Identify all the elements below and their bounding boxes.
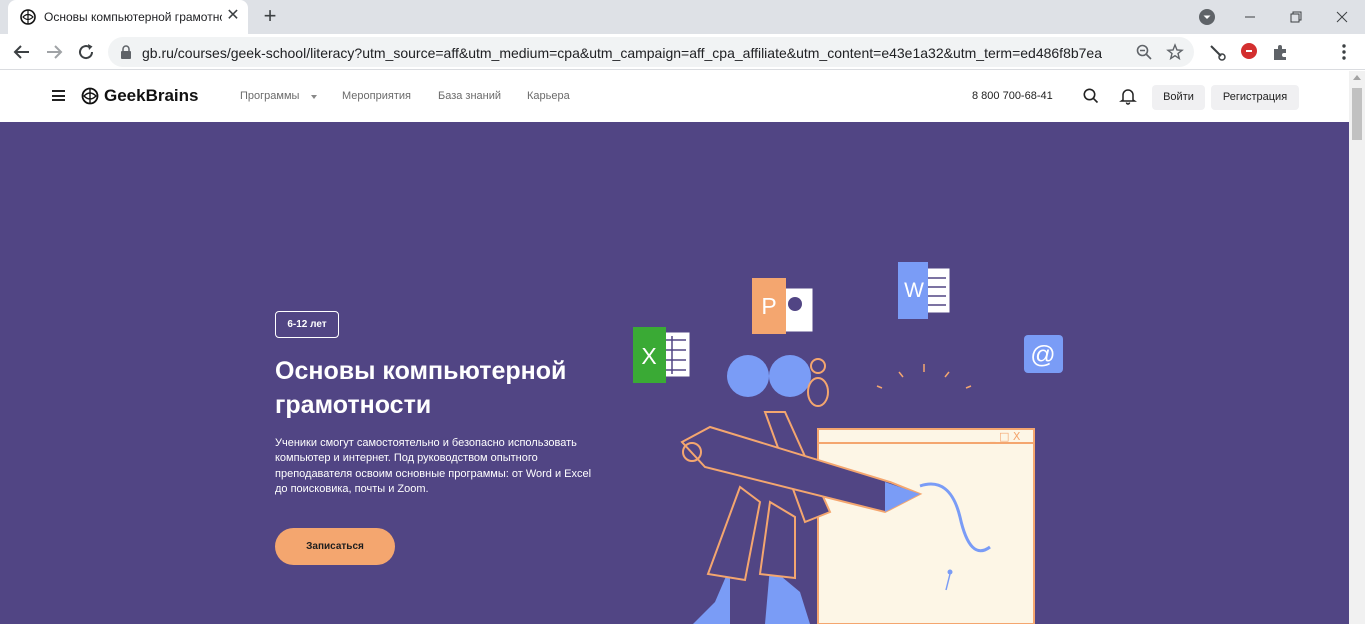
excel-icon: X [633, 327, 691, 383]
page-viewport: GeekBrains Программы Мероприятия База зн… [0, 71, 1349, 624]
lock-icon[interactable] [120, 45, 132, 59]
minimize-icon[interactable] [1239, 6, 1261, 28]
tab-title: Основы компьютерной грамотности [44, 10, 222, 24]
extension-pen-icon[interactable] [1206, 41, 1228, 63]
nav-knowledge-base[interactable]: База знаний [438, 90, 501, 102]
nav-events[interactable]: Мероприятия [342, 90, 411, 102]
excel-letter: X [641, 343, 656, 369]
hero-description: Ученики смогут самостоятельно и безопасн… [275, 437, 592, 495]
hero-illustration: _ □ X X P W @ [633, 262, 1063, 624]
age-badge: 6-12 лет [275, 311, 339, 338]
menu-kebab-icon[interactable] [1333, 41, 1355, 63]
nav-programs[interactable]: Программы [240, 90, 299, 102]
sparkle-icon [876, 364, 972, 389]
media-control-icon[interactable] [1197, 7, 1217, 27]
url-text[interactable]: gb.ru/courses/geek-school/literacy?utm_s… [142, 45, 1102, 61]
browser-tab[interactable]: Основы компьютерной грамотности ✕ [8, 0, 248, 34]
login-button[interactable]: Войти [1152, 85, 1205, 110]
chevron-down-icon[interactable] [311, 95, 317, 99]
extension-adblock-icon[interactable] [1238, 41, 1260, 63]
bookmark-star-icon[interactable] [1166, 43, 1184, 61]
new-tab-button[interactable]: + [258, 5, 282, 29]
tab-close-icon[interactable]: ✕ [224, 7, 242, 25]
powerpoint-icon: P [752, 278, 814, 334]
search-icon[interactable] [1082, 87, 1100, 105]
address-bar[interactable]: gb.ru/courses/geek-school/literacy?utm_s… [108, 37, 1194, 67]
email-at-icon: @ [1024, 335, 1063, 373]
back-arrow-icon[interactable] [10, 40, 34, 64]
scrollbar-thumb[interactable] [1352, 88, 1362, 140]
bell-icon[interactable] [1119, 87, 1137, 105]
email-symbol: @ [1030, 341, 1055, 369]
close-window-icon[interactable] [1331, 6, 1353, 28]
geekbrains-logo-icon[interactable] [81, 87, 99, 105]
reload-icon[interactable] [74, 40, 98, 64]
hamburger-menu-icon[interactable] [52, 90, 65, 101]
app-window-illustration: _ □ X [817, 428, 1035, 624]
phone-number[interactable]: 8 800 700-68-41 [972, 90, 1053, 102]
restore-icon[interactable] [1285, 6, 1307, 28]
page-title: Основы компьютерной грамотности [275, 357, 567, 419]
browser-toolbar: gb.ru/courses/geek-school/literacy?utm_s… [0, 34, 1365, 97]
enroll-button[interactable]: Записаться [275, 528, 395, 565]
window-controls: _ □ X [989, 430, 1021, 443]
word-letter: W [904, 279, 924, 302]
scroll-up-arrow-icon[interactable] [1353, 75, 1361, 80]
zoom-icon[interactable] [1135, 43, 1153, 61]
word-icon: W [898, 262, 951, 319]
geekbrains-favicon-icon [20, 9, 36, 25]
extensions-puzzle-icon[interactable] [1269, 41, 1291, 63]
powerpoint-letter: P [761, 293, 776, 319]
forward-arrow-icon[interactable] [42, 40, 66, 64]
site-header: GeekBrains Программы Мероприятия База зн… [0, 71, 1349, 122]
site-logo[interactable]: GeekBrains [104, 86, 199, 106]
page-scrollbar[interactable] [1349, 71, 1365, 624]
browser-tab-strip: Основы компьютерной грамотности ✕ + [0, 0, 1365, 34]
hero-section: 6-12 лет Основы компьютерной грамотности… [0, 122, 1349, 624]
register-button[interactable]: Регистрация [1211, 85, 1299, 110]
nav-career[interactable]: Карьера [527, 90, 570, 102]
